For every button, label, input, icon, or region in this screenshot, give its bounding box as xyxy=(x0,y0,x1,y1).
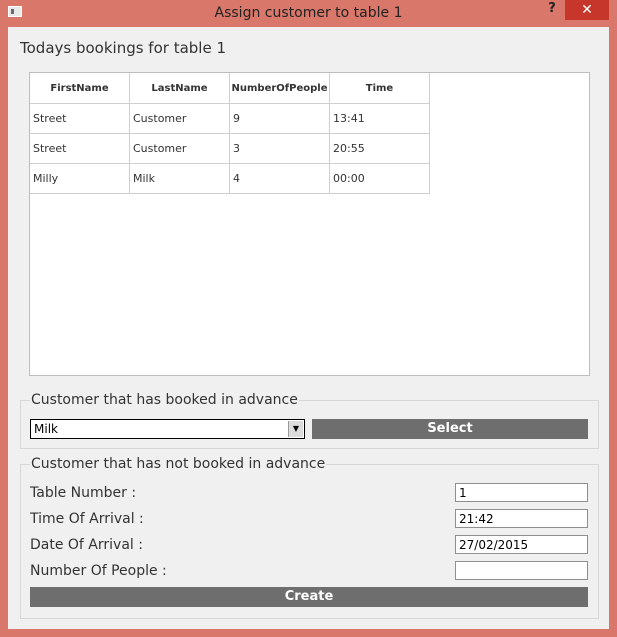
table-cell[interactable]: Street xyxy=(30,103,130,134)
column-header-numberofpeople[interactable]: NumberOfPeople xyxy=(229,73,330,104)
dropdown-value: Milk xyxy=(34,422,58,436)
table-cell[interactable]: Milly xyxy=(30,163,130,194)
walkin-group-title: Customer that has not booked in advance xyxy=(30,456,327,472)
column-header-lastname[interactable]: LastName xyxy=(129,73,230,104)
table-cell[interactable]: Customer xyxy=(129,133,230,164)
table-number-label: Table Number : xyxy=(30,485,137,501)
table-cell[interactable]: Street xyxy=(30,133,130,164)
table-row[interactable]: Street Customer 9 13:41 xyxy=(30,103,430,134)
dialog-content: Todays bookings for table 1 FirstName La… xyxy=(8,27,609,629)
bookings-table[interactable]: FirstName LastName NumberOfPeople Time S… xyxy=(29,72,590,376)
customer-select-dropdown[interactable]: Milk ▼ xyxy=(30,419,305,439)
date-of-arrival-label: Date Of Arrival : xyxy=(30,537,143,553)
table-number-field[interactable]: 1 xyxy=(455,483,588,502)
select-button[interactable]: Select xyxy=(312,419,588,439)
time-of-arrival-label: Time Of Arrival : xyxy=(30,511,144,527)
table-cell[interactable]: 9 xyxy=(229,103,330,134)
table-cell[interactable]: 3 xyxy=(229,133,330,164)
date-of-arrival-field[interactable]: 27/02/2015 xyxy=(455,535,588,554)
create-button[interactable]: Create xyxy=(30,587,588,607)
chevron-down-icon[interactable]: ▼ xyxy=(288,421,303,437)
number-of-people-field[interactable] xyxy=(455,561,588,580)
dialog-window: Assign customer to table 1 ? ✕ Todays bo… xyxy=(0,0,617,637)
advance-group-title: Customer that has booked in advance xyxy=(30,392,299,408)
table-cell[interactable]: 00:00 xyxy=(329,163,430,194)
help-button[interactable]: ? xyxy=(544,1,560,16)
column-header-firstname[interactable]: FirstName xyxy=(30,73,130,104)
table-cell[interactable]: 13:41 xyxy=(329,103,430,134)
time-of-arrival-field[interactable]: 21:42 xyxy=(455,509,588,528)
window-title: Assign customer to table 1 xyxy=(214,5,403,21)
table-row[interactable]: Milly Milk 4 00:00 xyxy=(30,163,430,194)
table-cell[interactable]: Milk xyxy=(129,163,230,194)
table-cell[interactable]: Customer xyxy=(129,103,230,134)
column-header-time[interactable]: Time xyxy=(329,73,430,104)
table-cell[interactable]: 20:55 xyxy=(329,133,430,164)
bookings-heading: Todays bookings for table 1 xyxy=(20,39,227,57)
number-of-people-label: Number Of People : xyxy=(30,563,167,579)
close-button[interactable]: ✕ xyxy=(565,0,609,20)
table-cell[interactable]: 4 xyxy=(229,163,330,194)
title-bar[interactable]: Assign customer to table 1 ? ✕ xyxy=(0,0,617,26)
table-row[interactable]: Street Customer 3 20:55 xyxy=(30,133,430,164)
table-header-row: FirstName LastName NumberOfPeople Time xyxy=(30,73,430,104)
